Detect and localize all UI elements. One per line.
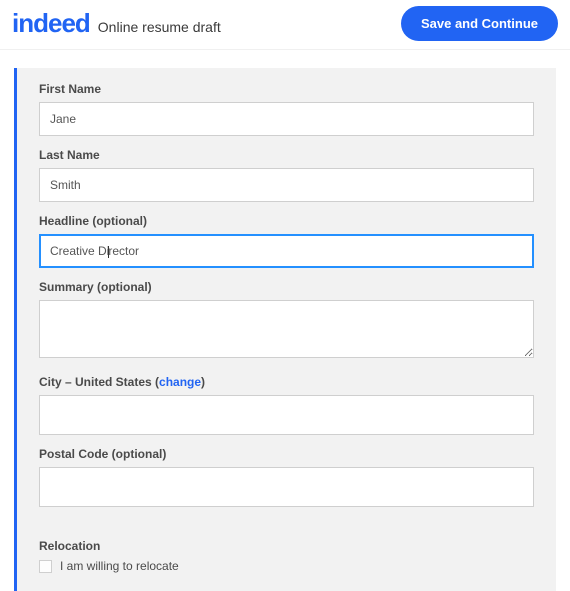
- headline-input[interactable]: Creative Director: [39, 234, 534, 268]
- summary-block: Summary (optional): [39, 280, 534, 363]
- change-country-link[interactable]: change: [159, 375, 201, 389]
- summary-label: Summary (optional): [39, 280, 534, 294]
- header-left: indeed Online resume draft: [12, 8, 221, 39]
- relocation-checkbox[interactable]: [39, 560, 52, 573]
- city-label-prefix: City – United States (: [39, 375, 159, 389]
- first-name-label: First Name: [39, 82, 534, 96]
- page-subtitle: Online resume draft: [98, 19, 221, 35]
- relocation-checkbox-row: I am willing to relocate: [39, 559, 534, 573]
- relocation-checkbox-label: I am willing to relocate: [60, 559, 179, 573]
- last-name-label: Last Name: [39, 148, 534, 162]
- postal-input[interactable]: [39, 467, 534, 507]
- indeed-logo: indeed: [12, 8, 90, 39]
- summary-textarea[interactable]: [39, 300, 534, 358]
- content-wrap: First Name Last Name Headline (optional)…: [0, 50, 570, 591]
- headline-label: Headline (optional): [39, 214, 534, 228]
- relocation-block: Relocation I am willing to relocate: [39, 539, 534, 573]
- city-block: City – United States (change): [39, 375, 534, 435]
- headline-text-left: Creative Di: [50, 244, 109, 258]
- last-name-block: Last Name: [39, 148, 534, 202]
- save-and-continue-button[interactable]: Save and Continue: [401, 6, 558, 41]
- last-name-input[interactable]: [39, 168, 534, 202]
- postal-label: Postal Code (optional): [39, 447, 534, 461]
- headline-text-right: rector: [108, 244, 139, 258]
- first-name-block: First Name: [39, 82, 534, 136]
- resume-form-panel: First Name Last Name Headline (optional)…: [14, 68, 556, 591]
- first-name-input[interactable]: [39, 102, 534, 136]
- postal-block: Postal Code (optional): [39, 447, 534, 507]
- relocation-label: Relocation: [39, 539, 534, 553]
- header: indeed Online resume draft Save and Cont…: [0, 0, 570, 50]
- city-input[interactable]: [39, 395, 534, 435]
- city-label-suffix: ): [201, 375, 205, 389]
- headline-block: Headline (optional) Creative Director: [39, 214, 534, 268]
- city-label: City – United States (change): [39, 375, 534, 389]
